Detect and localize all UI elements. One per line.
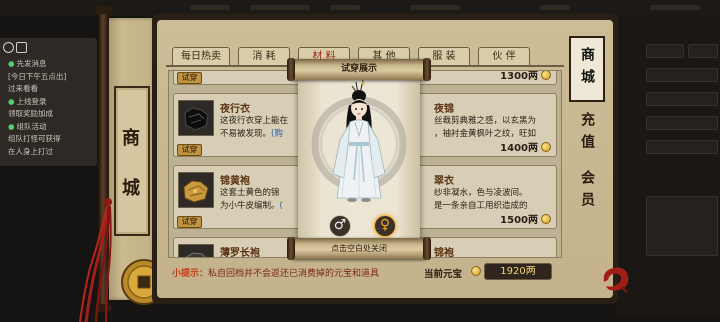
item-purchase-link[interactable]: ( [280,201,283,211]
side-message-list: ● 先发消息 [今日下午五点出] 过来看看 ● 上线登录 领取奖励加成 ● 组队活动 … [8,58,96,158]
item-name: 锦袍 [434,248,454,258]
item-name: 夜锦 [434,104,454,115]
tab-consumables[interactable]: 消 耗 [238,47,290,65]
item-description: 丝裁剪典雅之感，以玄黑为 ，袖衬金黄枫叶之纹，旺如 [434,116,537,139]
chat-icon[interactable] [16,42,27,53]
side-chat-panel[interactable]: ● 先发消息 [今日下午五点出] 过来看看 ● 上线登录 领取奖励加成 ● 组队活动 … [0,38,97,166]
item-price: 1300两 [500,71,538,82]
balance-label: 当前元宝 [424,269,463,280]
character-preview [311,80,407,202]
item-price: 1500两 [500,215,538,226]
yellow-garment-icon[interactable] [178,172,214,208]
modal-close-bar[interactable]: 点击空白处关闭 [287,237,431,260]
try-on-button[interactable]: 试穿 [177,144,202,156]
item-description: 这套土黄色的锦 为小牛皮编制。( [220,188,283,211]
tab-recharge[interactable]: 充值 [569,106,605,162]
ingot-icon [471,266,481,276]
side-line: 领取奖励加成 [8,109,53,118]
ingot-icon [541,71,551,80]
item-description: 这夜行衣穿上能在 不易被发现。(购 [220,116,289,139]
tab-shop[interactable]: 商城 [569,36,605,102]
item-description: 纱非凝水，色与凌波间。 是一条亲自工用织造成的 [434,188,528,211]
item-name: 锦黄袍 [220,176,250,187]
dark-garment-icon[interactable] [178,244,214,257]
ingot-icon [541,142,551,152]
tab-partners[interactable]: 伙 伴 [478,47,530,65]
red-seal-icon [603,267,629,294]
side-line: 组队打怪可获得 [8,134,61,143]
side-line: ● 先发消息 [8,59,47,68]
side-line: 在人身上打过 [8,146,53,156]
side-line: 过来看看 [8,84,38,93]
ingot-icon [541,214,551,224]
male-option-button[interactable]: ♂ [329,215,351,237]
tab-daily-hot[interactable]: 每日热卖 [172,47,230,65]
tip-text: 小提示：私自回档并不会返还已消费掉的元宝和道具 [172,269,380,279]
close-hint: 点击空白处关闭 [331,244,387,253]
item-name: 夜行衣 [220,104,250,115]
side-line: ● 组队活动 [8,121,47,131]
item-name: 薄罗长袍 [220,248,260,258]
item-price: 1400两 [500,143,538,154]
try-on-button[interactable]: 试穿 [177,72,202,84]
tip-label: 小提示： [172,269,209,279]
tab-membership[interactable]: 会员 [569,166,605,218]
item-purchase-link[interactable]: (购 [271,129,283,139]
try-on-button[interactable]: 试穿 [177,216,202,228]
item-name: 翠衣 [434,176,454,187]
black-garment-icon[interactable] [178,100,214,136]
modal-title-bar: 试穿展示 [287,58,431,81]
balance-value: 1920两 [484,263,552,280]
side-line: ● 上线登录 [8,96,47,106]
modal-title: 试穿展示 [340,64,377,74]
face-icon[interactable] [3,42,14,53]
scroll-rod-cap-top [95,6,112,14]
female-option-button[interactable]: ♀ [374,215,396,237]
side-line: [今日下午五点出] [8,71,67,81]
